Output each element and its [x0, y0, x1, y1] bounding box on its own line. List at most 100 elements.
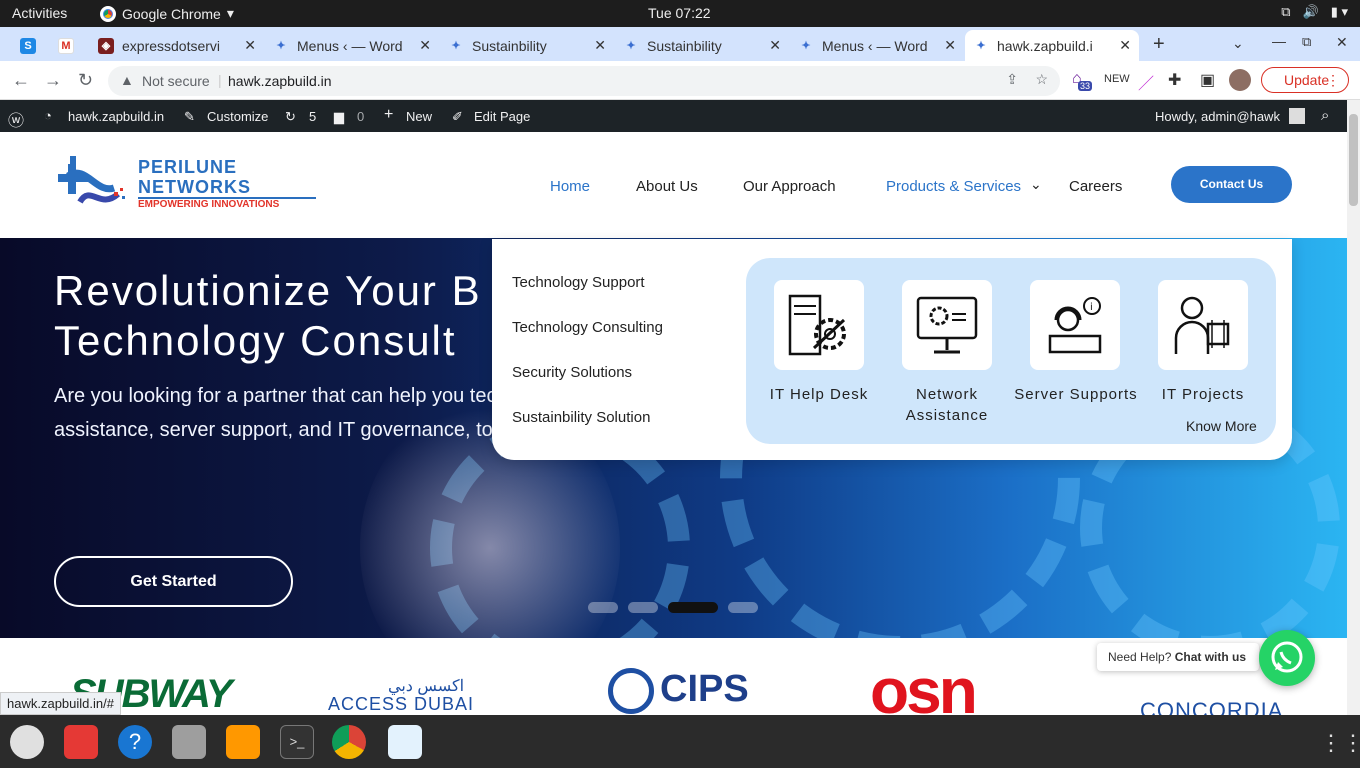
card-label-it-projects[interactable]: IT Projects: [1139, 384, 1267, 405]
tab-title: Menus ‹ — Word: [297, 37, 403, 54]
close-icon[interactable]: ✕: [244, 37, 256, 54]
address-bar[interactable]: ▲ Not secure | hawk.zapbuild.in ⇪ ☆: [108, 66, 1060, 96]
sublime-icon[interactable]: [226, 725, 260, 759]
close-icon[interactable]: ✕: [419, 37, 431, 54]
activities-button[interactable]: Activities: [12, 5, 67, 21]
pinned-tab-gmail[interactable]: M: [50, 30, 86, 61]
window-close-icon[interactable]: ✕: [1336, 34, 1348, 51]
profile-avatar[interactable]: [1229, 69, 1251, 91]
get-started-button[interactable]: Get Started: [54, 556, 293, 607]
new-extension-icon[interactable]: NEW: [1104, 73, 1130, 85]
pinned-tab-skype[interactable]: S: [12, 30, 46, 61]
close-icon[interactable]: ✕: [944, 37, 956, 54]
comment-icon[interactable]: ▆: [334, 109, 344, 125]
clock[interactable]: Tue 07:22: [648, 5, 711, 21]
close-icon[interactable]: ✕: [1119, 37, 1131, 54]
pen-extension-icon[interactable]: ／: [1138, 70, 1154, 94]
url-text[interactable]: hawk.zapbuild.in: [228, 73, 332, 89]
close-icon[interactable]: ✕: [594, 37, 606, 54]
plus-icon[interactable]: +: [384, 106, 393, 124]
know-more-link[interactable]: Know More: [1186, 418, 1257, 434]
helpdesk-tools-icon[interactable]: [774, 280, 864, 370]
slide-dot-4[interactable]: [728, 602, 758, 613]
wp-edit-page[interactable]: Edit Page: [474, 109, 530, 124]
more-icon: ⋮: [1326, 72, 1340, 88]
slide-dot-3-active[interactable]: [668, 602, 718, 613]
help-icon[interactable]: ?: [118, 725, 152, 759]
brush-icon[interactable]: ✎: [184, 109, 195, 125]
tab-search-icon[interactable]: ⌄: [1232, 35, 1244, 52]
share-icon[interactable]: ⇪: [1006, 71, 1018, 88]
tab-menus-1[interactable]: ✦ Menus ‹ — Word ✕: [265, 30, 439, 61]
updates-icon[interactable]: ↻: [285, 109, 296, 125]
updates-count[interactable]: 5: [309, 109, 316, 124]
tab-menus-2[interactable]: ✦ Menus ‹ — Word ✕: [790, 30, 964, 61]
whatsapp-icon[interactable]: [1259, 630, 1315, 686]
volume-icon: 🔊: [1302, 4, 1319, 19]
wp-new[interactable]: New: [406, 109, 432, 124]
close-icon[interactable]: ✕: [769, 37, 781, 54]
files-icon[interactable]: [172, 725, 206, 759]
tab-hawk-active[interactable]: ✦ hawk.zapbuild.i ✕: [965, 30, 1139, 61]
chat-prompt[interactable]: Need Help? Chat with us: [1097, 643, 1259, 671]
terminal-icon[interactable]: >_: [280, 725, 314, 759]
back-icon[interactable]: ←: [12, 70, 30, 91]
menu-technology-support[interactable]: Technology Support: [512, 274, 645, 291]
engineer-chip-icon[interactable]: [1158, 280, 1248, 370]
new-tab-icon[interactable]: +: [1153, 33, 1165, 56]
chevron-down-icon[interactable]: ⌄: [1030, 176, 1042, 193]
minimize-icon[interactable]: —: [1272, 33, 1286, 49]
home-dial-icon[interactable]: ◔: [44, 108, 52, 123]
tab-expressdotservi[interactable]: ◈ expressdotservi ✕: [90, 30, 264, 61]
tab-sustainbility-2[interactable]: ✦ Sustainbility ✕: [615, 30, 789, 61]
slide-dot-1[interactable]: [588, 602, 618, 613]
pencil-icon[interactable]: ✐: [452, 109, 463, 125]
menu-sustainbility-solution[interactable]: Sustainbility Solution: [512, 409, 650, 426]
skype-icon: S: [20, 37, 36, 54]
anydesk-icon[interactable]: [64, 725, 98, 759]
card-label-network-assistance[interactable]: Network Assistance: [883, 384, 1011, 426]
side-panel-icon[interactable]: ▣: [1200, 70, 1215, 90]
forward-icon[interactable]: →: [44, 70, 62, 91]
logo-mark-icon[interactable]: [56, 154, 130, 214]
scrollbar-thumb[interactable]: [1349, 114, 1358, 206]
chrome-dock-icon[interactable]: [332, 725, 366, 759]
wordpress-icon[interactable]: ⓦ: [8, 107, 24, 131]
app-menu[interactable]: Google Chrome ▾: [100, 5, 234, 22]
not-secure-label[interactable]: Not secure: [142, 73, 210, 89]
page-scrollbar[interactable]: [1347, 100, 1360, 715]
puzzle-icon[interactable]: ✚: [1168, 70, 1181, 90]
logo-line1[interactable]: PERILUNE: [138, 157, 237, 178]
divider: |: [218, 72, 222, 88]
support-agent-icon[interactable]: i: [1030, 280, 1120, 370]
warning-icon[interactable]: ▲: [120, 72, 134, 88]
reload-icon[interactable]: ↻: [78, 70, 93, 91]
slide-dot-2[interactable]: [628, 602, 658, 613]
system-tray[interactable]: ⧉ 🔊 ▮ ▾: [1281, 4, 1348, 20]
menu-technology-consulting[interactable]: Technology Consulting: [512, 319, 663, 336]
wp-howdy[interactable]: Howdy, admin@hawk: [1155, 109, 1280, 124]
monitor-gear-icon[interactable]: [902, 280, 992, 370]
menu-security-solutions[interactable]: Security Solutions: [512, 364, 632, 381]
image-viewer-icon[interactable]: [388, 725, 422, 759]
webcam-app-icon[interactable]: [10, 725, 44, 759]
nav-about[interactable]: About Us: [636, 178, 698, 195]
maximize-icon[interactable]: ⧉: [1302, 34, 1311, 50]
update-button[interactable]: Update ⋮: [1261, 67, 1349, 93]
logo-line2[interactable]: NETWORKS: [138, 177, 251, 198]
contact-us-button[interactable]: Contact Us: [1171, 166, 1292, 203]
app-grid-icon[interactable]: ⋮⋮⋮: [1320, 730, 1360, 756]
nav-careers[interactable]: Careers: [1069, 178, 1122, 195]
card-label-it-help-desk[interactable]: IT Help Desk: [755, 384, 883, 405]
search-icon[interactable]: ⌕: [1321, 107, 1329, 124]
user-avatar[interactable]: [1289, 108, 1305, 124]
nav-products[interactable]: Products & Services: [886, 178, 1021, 195]
card-label-server-supports[interactable]: Server Supports: [1011, 384, 1141, 405]
wp-customize[interactable]: Customize: [207, 109, 268, 124]
nav-approach[interactable]: Our Approach: [743, 178, 836, 195]
nav-home[interactable]: Home: [550, 178, 590, 195]
bookmark-star-icon[interactable]: ☆: [1035, 71, 1048, 88]
tab-sustainbility-1[interactable]: ✦ Sustainbility ✕: [440, 30, 614, 61]
wp-site-link[interactable]: hawk.zapbuild.in: [68, 109, 164, 124]
comments-count[interactable]: 0: [357, 109, 364, 124]
